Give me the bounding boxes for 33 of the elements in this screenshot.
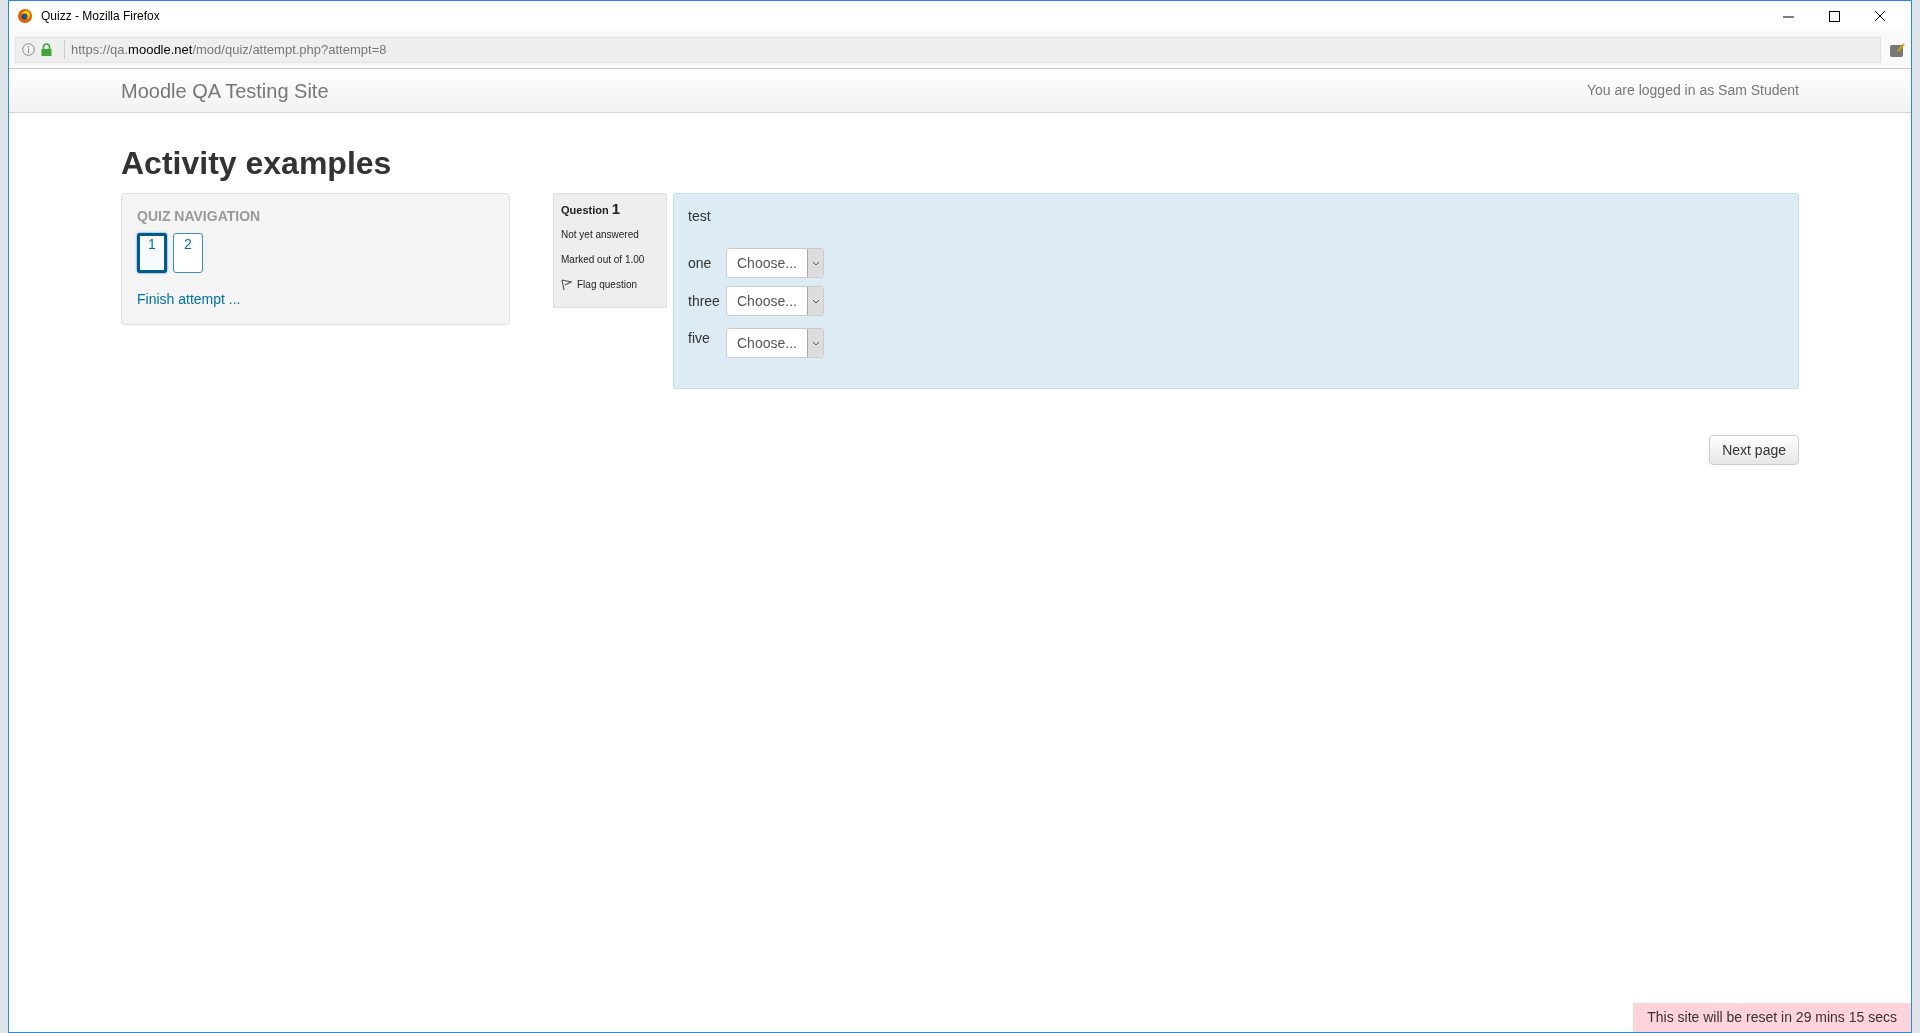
finish-attempt-link[interactable]: Finish attempt ... (137, 289, 494, 310)
choice-dropdown[interactable]: Choose... (726, 286, 824, 316)
browser-logo-icon (17, 8, 33, 24)
caret-icon (811, 260, 820, 266)
login-info: You are logged in as Sam Student (1587, 81, 1799, 100)
page-heading: Activity examples (121, 144, 393, 183)
item-label: one (688, 253, 713, 273)
caret-icon (811, 340, 820, 346)
question-number: Question 1 (561, 202, 622, 217)
question-status: Not yet answered (561, 228, 640, 242)
question-text: test (688, 208, 711, 224)
item-label: five (688, 329, 711, 348)
maximize-icon (1828, 10, 1840, 22)
question-nav-button[interactable]: 2 (173, 233, 203, 273)
site-name[interactable]: Moodle QA Testing Site (121, 75, 329, 106)
caret-icon (811, 298, 820, 304)
question-marks: Marked out of 1.00 (561, 253, 646, 267)
info-icon (22, 43, 35, 56)
lock-icon (41, 43, 52, 56)
flag-icon (561, 278, 572, 291)
reset-notice: This site will be reset in 29 mins 15 secs (1633, 1003, 1911, 1032)
next-page-button[interactable]: Next page (1709, 435, 1799, 465)
url-text: https://qa.moodle.net/mod/quiz/attempt.php?attempt=8 (64, 39, 387, 60)
window-title: Quizz - Mozilla Firefox (41, 8, 160, 25)
flag-question-button[interactable]: Flag question (561, 277, 659, 292)
address-bar[interactable]: https://qa.moodle.net/mod/quiz/attempt.php?attempt=8 (15, 36, 1881, 63)
choice-dropdown[interactable]: Choose... (726, 328, 824, 358)
choice-dropdown[interactable]: Choose... (726, 248, 824, 278)
extension-icon[interactable] (1889, 41, 1905, 58)
close-icon (1874, 10, 1886, 22)
question-nav-button[interactable]: 1 (137, 233, 167, 273)
item-label: three (688, 291, 721, 311)
panel-title: QUIZ NAVIGATION (137, 207, 262, 226)
